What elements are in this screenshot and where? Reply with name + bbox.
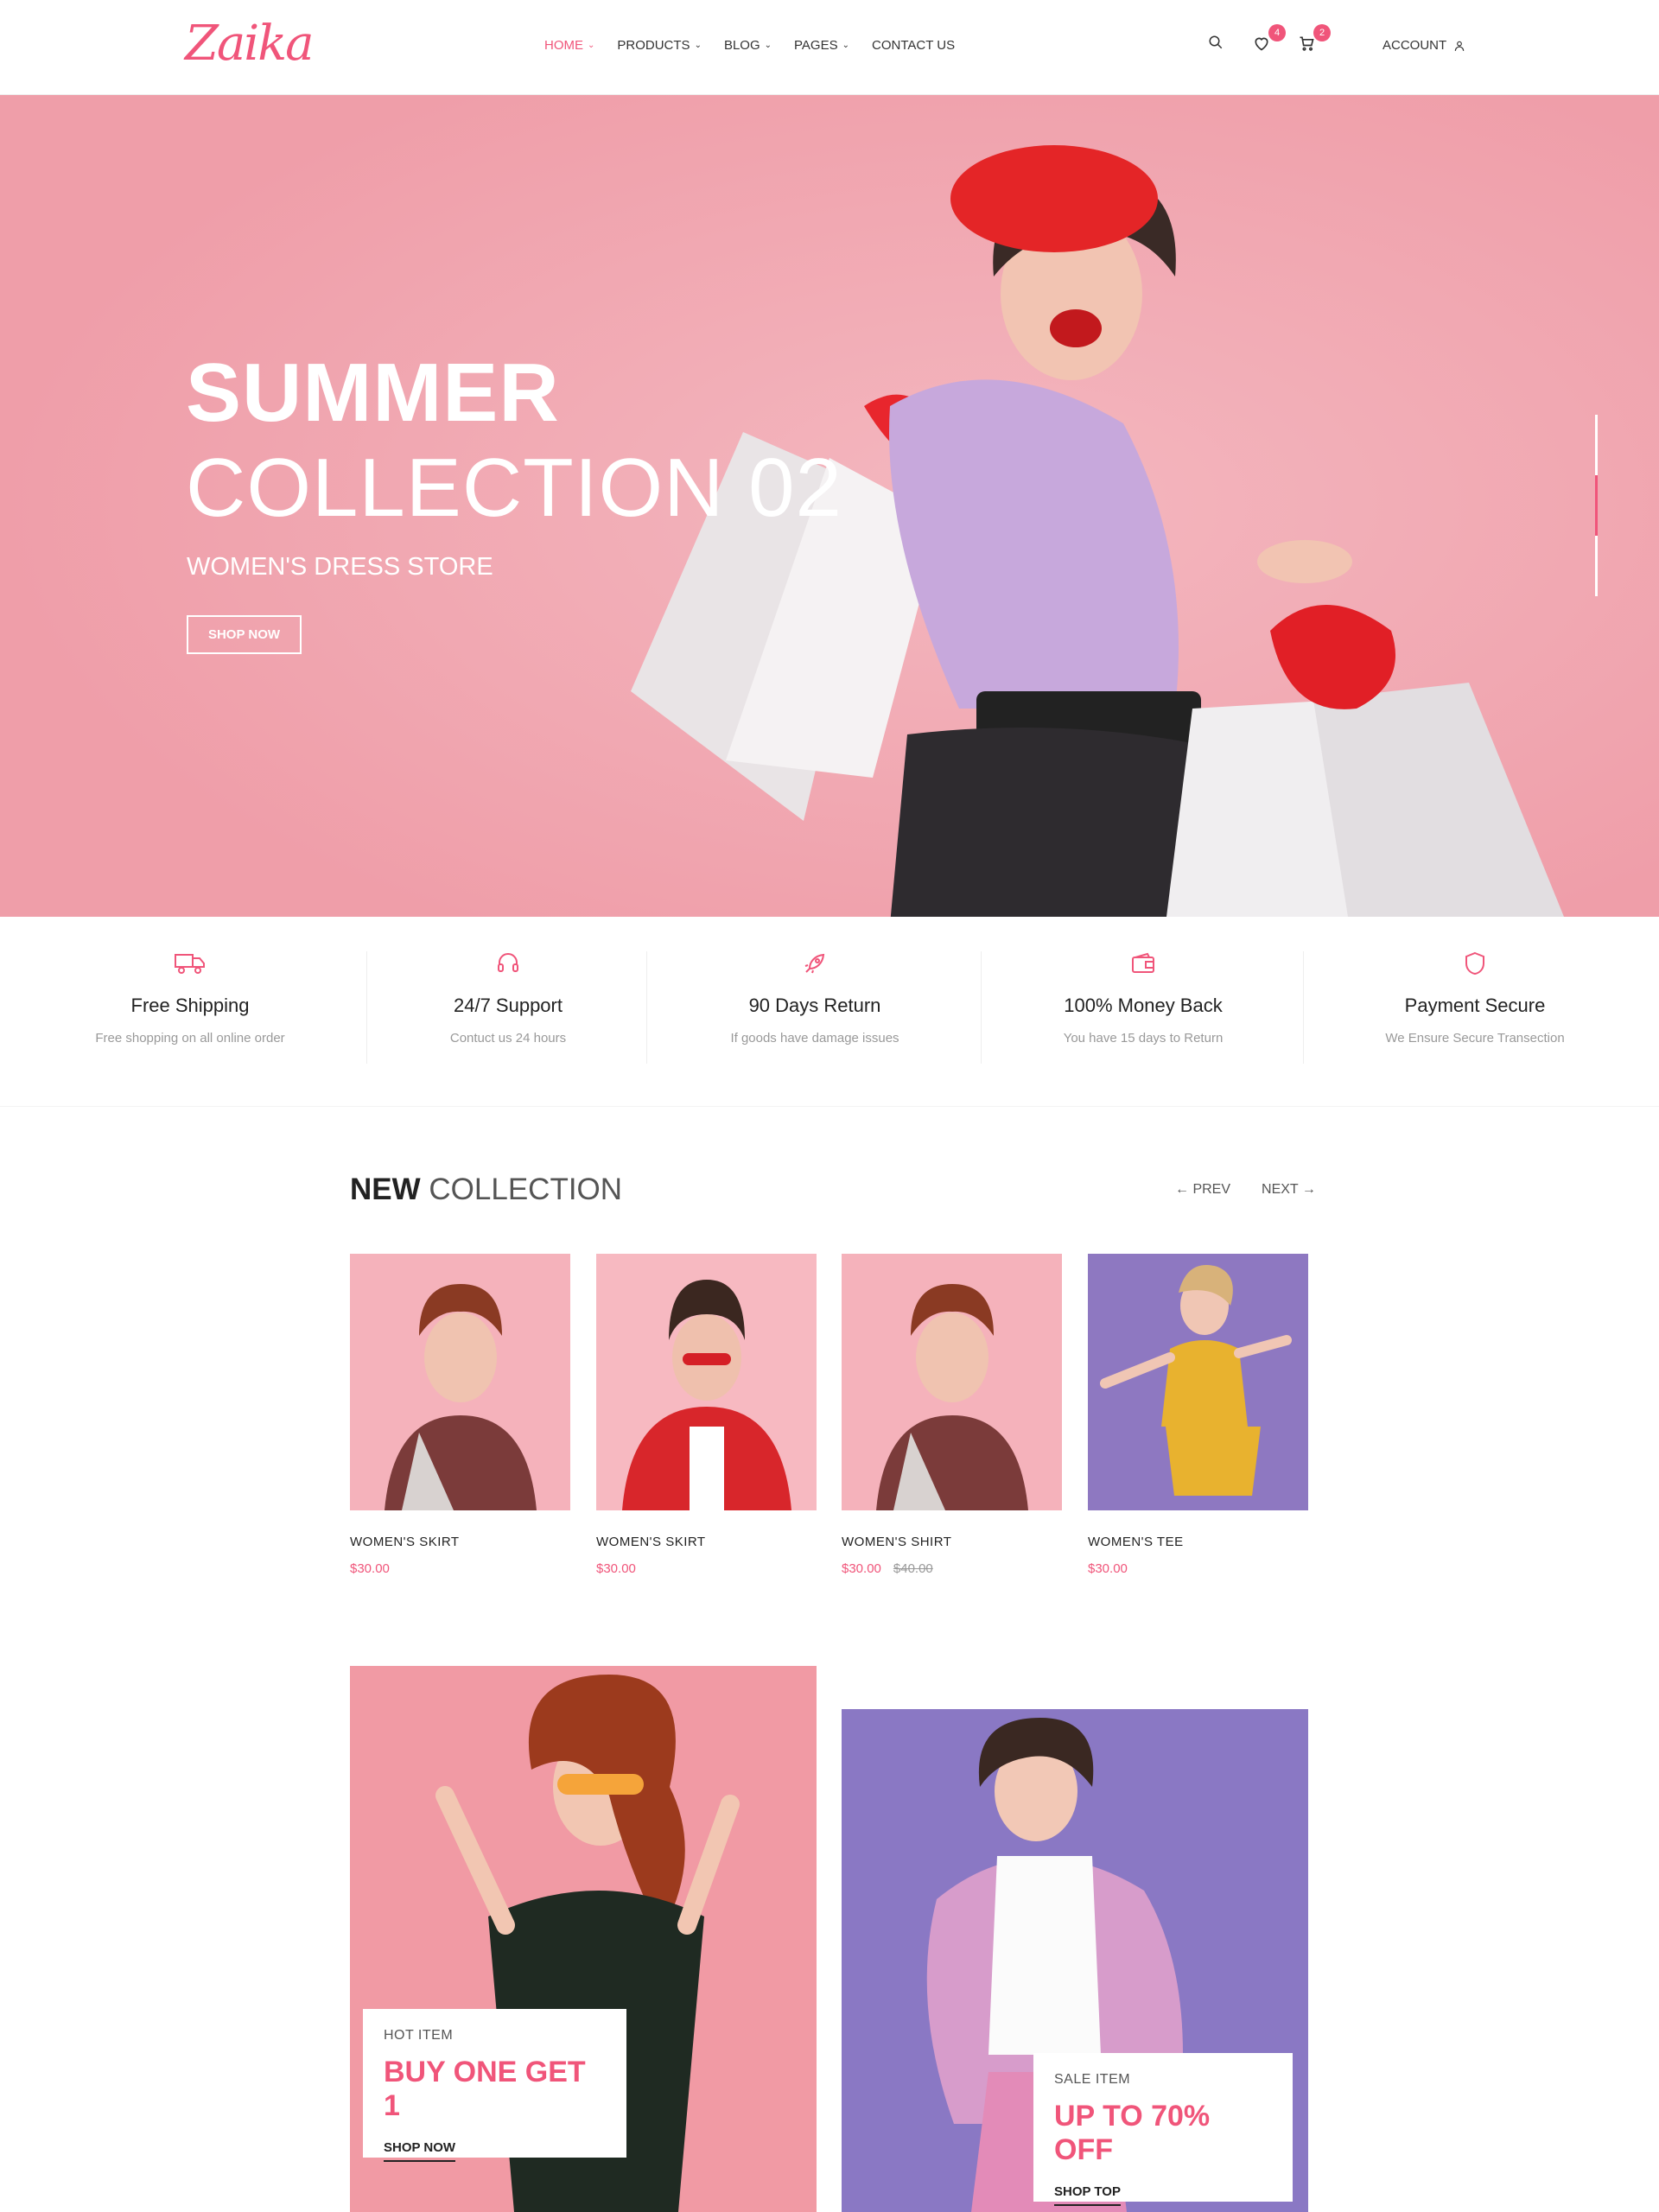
product-price: $30.00 bbox=[1088, 1561, 1308, 1576]
feature-title: 100% Money Back bbox=[1064, 995, 1223, 1016]
wishlist-count-badge: 4 bbox=[1268, 24, 1286, 41]
chevron-down-icon: ⌄ bbox=[842, 41, 849, 50]
product-price-current: $30.00 bbox=[596, 1561, 636, 1576]
cart-count-badge: 2 bbox=[1313, 24, 1331, 41]
wishlist-heart-icon[interactable]: 4 bbox=[1253, 24, 1286, 54]
promo-shop-top-link[interactable]: SHOP TOP bbox=[1054, 2184, 1121, 2206]
feature-title: Free Shipping bbox=[130, 995, 250, 1016]
headset-icon bbox=[498, 953, 518, 972]
header-icons: 4 2 bbox=[1208, 24, 1331, 54]
product-price-current: $30.00 bbox=[350, 1561, 390, 1576]
nav-blog[interactable]: BLOG ⌄ bbox=[724, 38, 772, 53]
hero-banner: SUMMER COLLECTION 02 WOMEN'S DRESS STORE… bbox=[0, 95, 1659, 917]
next-button[interactable]: NEXT → bbox=[1262, 1182, 1316, 1198]
product-image[interactable] bbox=[1088, 1254, 1308, 1510]
product-price: $30.00 bbox=[596, 1561, 817, 1576]
product-name[interactable]: WOMEN'S TEE bbox=[1088, 1535, 1308, 1549]
product-image[interactable] bbox=[596, 1254, 817, 1510]
collection-pager: ← PREV NEXT → bbox=[1175, 1182, 1316, 1198]
promo-banner-hot[interactable]: HOT ITEM BUY ONE GET 1 SHOP NOW bbox=[350, 1666, 817, 2212]
promo-headline: UP TO 70% OFF bbox=[1054, 2100, 1211, 2166]
feature-money-back: 100% Money Back You have 15 days to Retu… bbox=[985, 951, 1301, 1046]
nav-pages[interactable]: PAGES ⌄ bbox=[794, 38, 849, 53]
product-card[interactable]: WOMEN'S SHIRT $30.00 $40.00 bbox=[842, 1254, 1062, 1576]
account-label: ACCOUNT bbox=[1382, 38, 1447, 53]
feature-free-shipping: Free Shipping Free shopping on all onlin… bbox=[35, 951, 346, 1046]
nav-home[interactable]: HOME ⌄ bbox=[544, 38, 594, 53]
feature-support: 24/7 Support Contuct us 24 hours bbox=[372, 951, 645, 1046]
feature-divider bbox=[981, 951, 982, 1064]
section-title-bold: NEW bbox=[350, 1173, 421, 1206]
nav-home-label: HOME bbox=[544, 38, 583, 53]
shield-icon bbox=[1465, 951, 1484, 976]
hero-title-line2: COLLECTION 02 bbox=[186, 442, 842, 534]
promo-sale-card: SALE ITEM UP TO 70% OFF SHOP TOP bbox=[1033, 2053, 1293, 2206]
hero-title-line1: SUMMER bbox=[186, 346, 560, 439]
nav-products-label: PRODUCTS bbox=[617, 38, 690, 53]
truck-icon bbox=[175, 954, 205, 974]
main-nav: HOME ⌄ PRODUCTS ⌄ BLOG ⌄ PAGES ⌄ CONTACT US bbox=[544, 38, 955, 53]
slider-active-indicator[interactable] bbox=[1595, 475, 1598, 536]
promo-banner-sale[interactable]: SALE ITEM UP TO 70% OFF SHOP TOP bbox=[842, 1709, 1308, 2212]
product-card[interactable]: WOMEN'S TEE $30.00 bbox=[1088, 1254, 1308, 1576]
nav-blog-label: BLOG bbox=[723, 38, 760, 53]
nav-contact[interactable]: CONTACT US bbox=[872, 38, 955, 53]
product-price: $30.00 bbox=[350, 1561, 570, 1576]
promo-tag: SALE ITEM bbox=[1054, 2072, 1131, 2087]
product-image[interactable] bbox=[842, 1254, 1062, 1510]
section-title: NEW COLLECTION bbox=[350, 1173, 622, 1207]
feature-desc: Contuct us 24 hours bbox=[449, 1031, 567, 1046]
site-header: Zaika HOME ⌄ PRODUCTS ⌄ BLOG ⌄ PAGES ⌄ CONTA… bbox=[0, 0, 1659, 95]
wallet-icon bbox=[1132, 952, 1154, 973]
feature-divider bbox=[366, 951, 367, 1064]
product-price-current: $30.00 bbox=[842, 1561, 881, 1576]
feature-desc: You have 15 days to Return bbox=[1063, 1031, 1224, 1046]
hero-shop-now-button[interactable]: SHOP NOW bbox=[187, 615, 302, 654]
prev-button[interactable]: ← PREV bbox=[1175, 1182, 1230, 1198]
feature-title: Payment Secure bbox=[1404, 995, 1546, 1016]
chevron-down-icon: ⌄ bbox=[588, 41, 595, 50]
cart-icon[interactable]: 2 bbox=[1298, 24, 1331, 54]
nav-pages-label: PAGES bbox=[794, 38, 838, 53]
promo-headline: BUY ONE GET 1 bbox=[384, 2056, 586, 2122]
promo-shop-now-link[interactable]: SHOP NOW bbox=[384, 2140, 456, 2162]
product-card[interactable]: WOMEN'S SKIRT $30.00 bbox=[350, 1254, 570, 1576]
rocket-icon bbox=[804, 953, 825, 974]
feature-divider bbox=[646, 951, 647, 1064]
section-title-rest: COLLECTION bbox=[429, 1173, 623, 1206]
feature-desc: Free shopping on all online order bbox=[95, 1031, 285, 1046]
product-price-old: $40.00 bbox=[893, 1561, 933, 1576]
search-icon[interactable] bbox=[1208, 35, 1227, 54]
feature-desc: We Ensure Secure Transection bbox=[1385, 1031, 1565, 1046]
feature-desc: If goods have damage issues bbox=[730, 1031, 899, 1046]
product-name[interactable]: WOMEN'S SKIRT bbox=[596, 1535, 817, 1549]
product-price-current: $30.00 bbox=[1088, 1561, 1128, 1576]
promo-hot-card: HOT ITEM BUY ONE GET 1 SHOP NOW bbox=[363, 2009, 626, 2162]
slider-pagination[interactable] bbox=[1595, 415, 1598, 596]
user-icon bbox=[1454, 41, 1465, 51]
feature-return: 90 Days Return If goods have damage issu… bbox=[657, 951, 973, 1046]
promo-tag: HOT ITEM bbox=[384, 2028, 454, 2043]
feature-title: 24/7 Support bbox=[454, 995, 563, 1016]
feature-divider bbox=[1303, 951, 1304, 1064]
product-name[interactable]: WOMEN'S SKIRT bbox=[350, 1535, 570, 1549]
product-price: $30.00 $40.00 bbox=[842, 1561, 1062, 1576]
hero-subtitle: WOMEN'S DRESS STORE bbox=[187, 553, 493, 581]
feature-payment-secure: Payment Secure We Ensure Secure Transect… bbox=[1313, 951, 1637, 1046]
chevron-down-icon: ⌄ bbox=[694, 41, 702, 50]
product-name[interactable]: WOMEN'S SHIRT bbox=[842, 1535, 1062, 1549]
nav-contact-label: CONTACT US bbox=[872, 38, 956, 53]
features-bar: Free Shipping Free shopping on all onlin… bbox=[0, 917, 1659, 1107]
site-logo[interactable]: Zaika bbox=[185, 16, 315, 72]
chevron-down-icon: ⌄ bbox=[764, 41, 772, 50]
feature-title: 90 Days Return bbox=[748, 995, 881, 1016]
product-image[interactable] bbox=[350, 1254, 570, 1510]
nav-products[interactable]: PRODUCTS ⌄ bbox=[617, 38, 702, 53]
product-card[interactable]: WOMEN'S SKIRT $30.00 bbox=[596, 1254, 817, 1576]
account-link[interactable]: ACCOUNT bbox=[1382, 38, 1465, 53]
